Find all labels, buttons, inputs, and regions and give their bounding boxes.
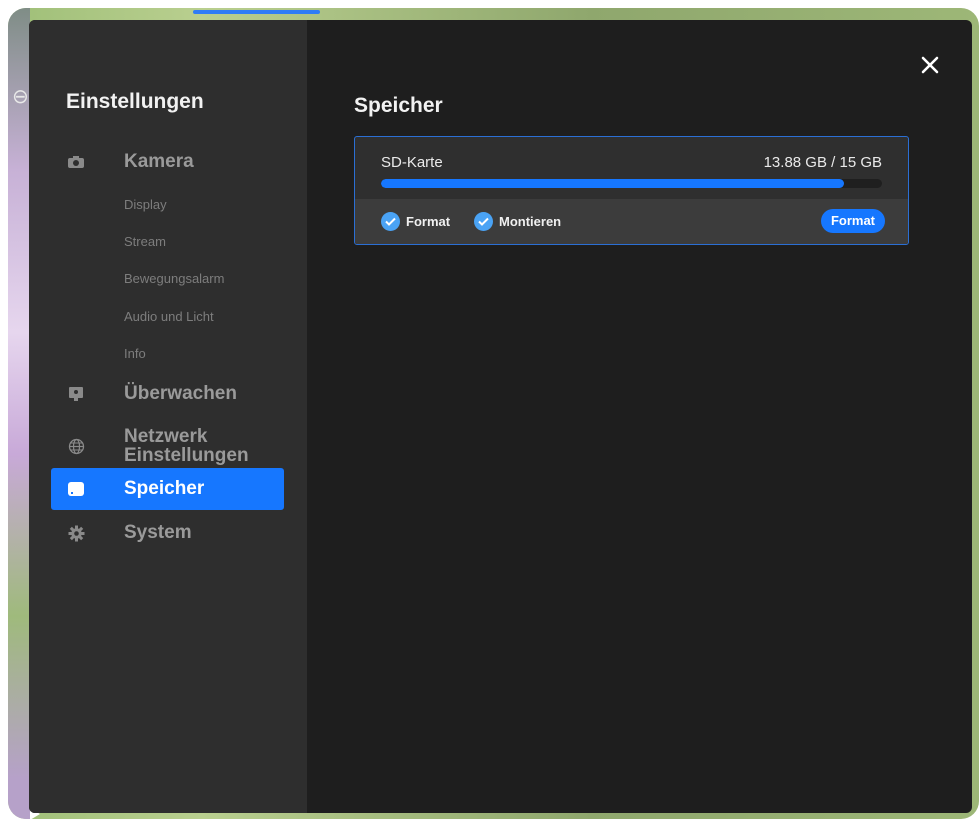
card-footer: Format Montieren Format [355, 199, 908, 244]
camera-icon [65, 155, 87, 169]
sidebar-subitem-bewegungsalarm[interactable]: Bewegungsalarm [124, 271, 224, 286]
sidebar-subitem-info[interactable]: Info [124, 346, 146, 361]
background-control-icon: ⊖ [12, 86, 29, 108]
close-icon [921, 56, 939, 74]
check-icon [381, 212, 400, 231]
sidebar-item-label: Kamera [124, 151, 194, 172]
sidebar-subitem-display[interactable]: Display [124, 197, 167, 212]
sidebar-item-netzwerk[interactable]: Netzwerk Einstellungen [51, 426, 284, 466]
checkbox-label: Format [406, 214, 451, 229]
sidebar-item-ueberwachen[interactable]: Überwachen [51, 383, 284, 405]
monitor-icon [65, 386, 87, 402]
storage-size: 13.88 GB / 15 GB [763, 154, 882, 171]
sidebar-subitem-stream[interactable]: Stream [124, 234, 166, 249]
globe-icon [65, 438, 87, 455]
sd-card-panel: SD-Karte 13.88 GB / 15 GB Format Montier… [354, 136, 909, 245]
storage-progress-fill [381, 179, 845, 188]
sidebar-item-label: Netzwerk Einstellungen [124, 426, 249, 466]
sidebar-item-system[interactable]: System [51, 522, 284, 544]
gear-icon [65, 525, 87, 542]
mount-checkbox[interactable]: Montieren [474, 212, 561, 231]
page-title: Speicher [354, 94, 443, 117]
sidebar-item-kamera[interactable]: Kamera [51, 151, 284, 173]
sidebar-item-speicher[interactable]: Speicher [51, 468, 284, 510]
sidebar-subitem-audio-licht[interactable]: Audio und Licht [124, 309, 214, 324]
storage-progress-bar [381, 179, 882, 188]
format-checkbox[interactable]: Format [381, 212, 450, 231]
checkbox-label: Montieren [499, 214, 562, 229]
settings-sidebar: Einstellungen Kamera Display Stream Bewe… [29, 20, 307, 813]
sidebar-item-label: Überwachen [124, 383, 237, 404]
background-strip [8, 8, 30, 819]
storage-name: SD-Karte [381, 154, 443, 171]
format-button[interactable]: Format [820, 209, 885, 233]
storage-icon [65, 481, 87, 497]
sidebar-item-label: System [124, 522, 192, 543]
sidebar-item-label: Speicher [124, 478, 205, 499]
settings-modal: Einstellungen Kamera Display Stream Bewe… [29, 20, 972, 813]
close-button[interactable] [915, 50, 945, 80]
check-icon [474, 212, 493, 231]
top-indicator [193, 10, 320, 14]
sidebar-title: Einstellungen [66, 90, 204, 113]
